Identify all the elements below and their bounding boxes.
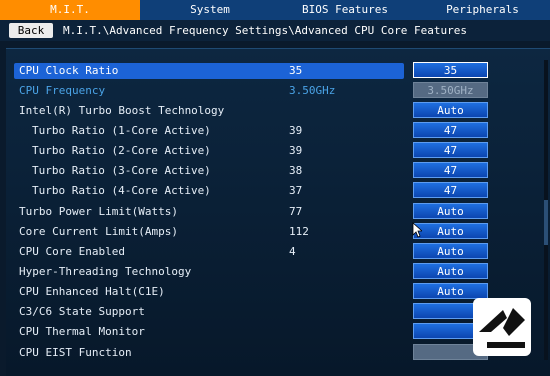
current-value: 77 — [289, 205, 303, 218]
setting-row-turbo-ratio-2[interactable]: Turbo Ratio (2-Core Active) 39 — [14, 143, 404, 159]
setting-row-cpu-core-enabled[interactable]: CPU Core Enabled 4 — [14, 244, 404, 260]
setting-label: CPU Clock Ratio — [19, 64, 119, 77]
setting-label: CPU Thermal Monitor — [19, 325, 145, 338]
setting-row-thermal-monitor[interactable]: CPU Thermal Monitor — [14, 324, 404, 340]
setting-label: CPU Frequency — [19, 84, 106, 97]
current-value: 39 — [289, 144, 303, 157]
watermark-logo-icon — [473, 298, 531, 356]
setting-row-cpu-frequency: CPU Frequency 3.50GHz — [14, 83, 404, 99]
setting-label: CPU Core Enabled — [19, 245, 125, 258]
breadcrumb-bar: Back M.I.T.\Advanced Frequency Settings\… — [0, 20, 550, 41]
current-value: 3.50GHz — [289, 84, 336, 97]
setting-label: Turbo Power Limit(Watts) — [19, 205, 178, 218]
setting-label: Turbo Ratio (3-Core Active) — [32, 164, 211, 177]
current-value: 38 — [289, 164, 303, 177]
cursor-icon — [412, 222, 422, 238]
setting-row-turbo-power-limit[interactable]: Turbo Power Limit(Watts) 77 — [14, 204, 404, 220]
tab-system[interactable]: System — [140, 0, 280, 20]
value-button-turbo-ratio-1[interactable]: 47 — [413, 122, 488, 138]
setting-label: Turbo Ratio (2-Core Active) — [32, 144, 211, 157]
value-button-cpu-clock-ratio[interactable]: 35 — [413, 62, 488, 78]
setting-row-turbo-boost[interactable]: Intel(R) Turbo Boost Technology — [14, 103, 404, 119]
setting-row-turbo-ratio-1[interactable]: Turbo Ratio (1-Core Active) 39 — [14, 123, 404, 139]
setting-row-core-current-limit[interactable]: Core Current Limit(Amps) 112 — [14, 224, 404, 240]
setting-label: Intel(R) Turbo Boost Technology — [19, 104, 225, 117]
value-button-enhanced-halt[interactable]: Auto — [413, 283, 488, 299]
value-button-hyper-threading[interactable]: Auto — [413, 263, 488, 279]
current-value: 39 — [289, 124, 303, 137]
breadcrumb: M.I.T.\Advanced Frequency Settings\Advan… — [63, 24, 467, 37]
value-button-cpu-frequency: 3.50GHz — [413, 82, 488, 98]
setting-row-eist[interactable]: CPU EIST Function — [14, 345, 404, 361]
setting-row-cpu-clock-ratio[interactable]: CPU Clock Ratio 35 — [14, 63, 404, 79]
current-value: 35 — [289, 64, 303, 77]
setting-label: Turbo Ratio (4-Core Active) — [32, 184, 211, 197]
current-value: 112 — [289, 225, 309, 238]
back-button[interactable]: Back — [9, 23, 53, 38]
setting-row-enhanced-halt[interactable]: CPU Enhanced Halt(C1E) — [14, 284, 404, 300]
setting-row-turbo-ratio-4[interactable]: Turbo Ratio (4-Core Active) 37 — [14, 183, 404, 199]
tab-mit[interactable]: M.I.T. — [0, 0, 140, 20]
setting-label: CPU EIST Function — [19, 346, 132, 359]
value-button-core-current-limit[interactable]: Auto — [413, 223, 488, 239]
tab-peripherals[interactable]: Peripherals — [415, 0, 550, 20]
value-button-turbo-ratio-2[interactable]: 47 — [413, 142, 488, 158]
top-menu-bar: M.I.T. System BIOS Features Peripherals — [0, 0, 550, 20]
scrollbar-thumb[interactable] — [544, 200, 548, 245]
setting-label: Turbo Ratio (1-Core Active) — [32, 124, 211, 137]
setting-row-hyper-threading[interactable]: Hyper-Threading Technology — [14, 264, 404, 280]
value-button-turbo-ratio-4[interactable]: 47 — [413, 182, 488, 198]
setting-label: CPU Enhanced Halt(C1E) — [19, 285, 165, 298]
setting-label: C3/C6 State Support — [19, 305, 145, 318]
value-button-turbo-power-limit[interactable]: Auto — [413, 203, 488, 219]
setting-row-c3-c6[interactable]: C3/C6 State Support — [14, 304, 404, 320]
setting-label: Hyper-Threading Technology — [19, 265, 192, 278]
setting-label: Core Current Limit(Amps) — [19, 225, 178, 238]
setting-row-turbo-ratio-3[interactable]: Turbo Ratio (3-Core Active) 38 — [14, 163, 404, 179]
value-button-cpu-core-enabled[interactable]: Auto — [413, 243, 488, 259]
current-value: 4 — [289, 245, 296, 258]
current-value: 37 — [289, 184, 303, 197]
tab-bios-features[interactable]: BIOS Features — [275, 0, 415, 20]
value-button-turbo-boost[interactable]: Auto — [413, 102, 488, 118]
value-button-turbo-ratio-3[interactable]: 47 — [413, 162, 488, 178]
